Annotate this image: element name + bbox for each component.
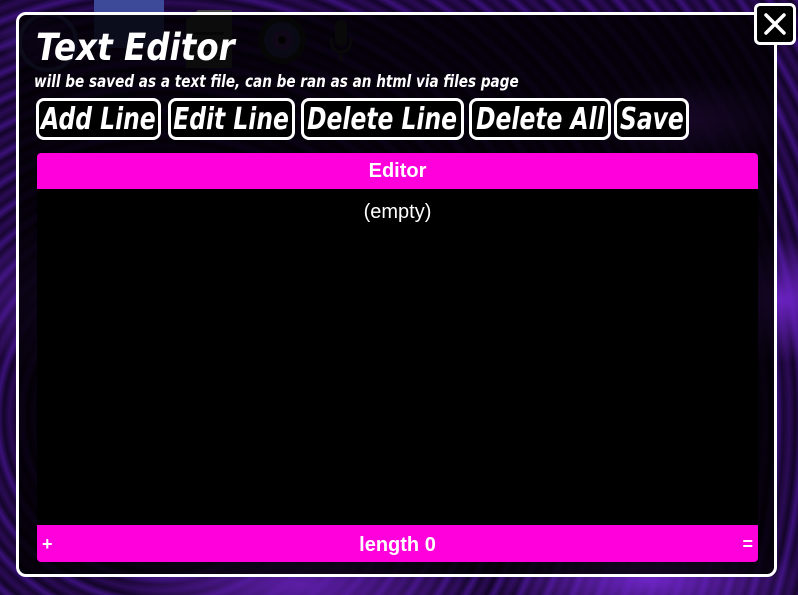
editor-header: Editor bbox=[37, 153, 758, 189]
save-label: Save bbox=[619, 101, 684, 137]
save-button[interactable]: Save bbox=[614, 98, 689, 140]
add-line-label: Add Line bbox=[41, 101, 156, 137]
close-button[interactable] bbox=[754, 3, 796, 45]
add-line-button[interactable]: Add Line bbox=[36, 98, 161, 140]
reset-size-button[interactable]: = bbox=[742, 534, 753, 555]
window-subtitle: will be saved as a text file, can be ran… bbox=[34, 72, 519, 92]
delete-all-button[interactable]: Delete All bbox=[469, 98, 611, 140]
edit-line-label: Edit Line bbox=[173, 101, 290, 137]
delete-all-label: Delete All bbox=[475, 101, 605, 137]
zoom-in-button[interactable]: + bbox=[42, 534, 53, 555]
close-icon bbox=[764, 13, 786, 35]
editor-panel: Editor (empty) length 0 + = bbox=[37, 153, 758, 562]
delete-line-button[interactable]: Delete Line bbox=[301, 98, 464, 140]
editor-body[interactable]: (empty) bbox=[37, 189, 758, 525]
window-title: Text Editor bbox=[36, 26, 235, 69]
empty-placeholder: (empty) bbox=[363, 201, 432, 223]
delete-line-label: Delete Line bbox=[307, 101, 458, 137]
editor-footer: length 0 + = bbox=[37, 525, 758, 562]
length-indicator: length 0 bbox=[359, 534, 436, 556]
edit-line-button[interactable]: Edit Line bbox=[168, 98, 295, 140]
